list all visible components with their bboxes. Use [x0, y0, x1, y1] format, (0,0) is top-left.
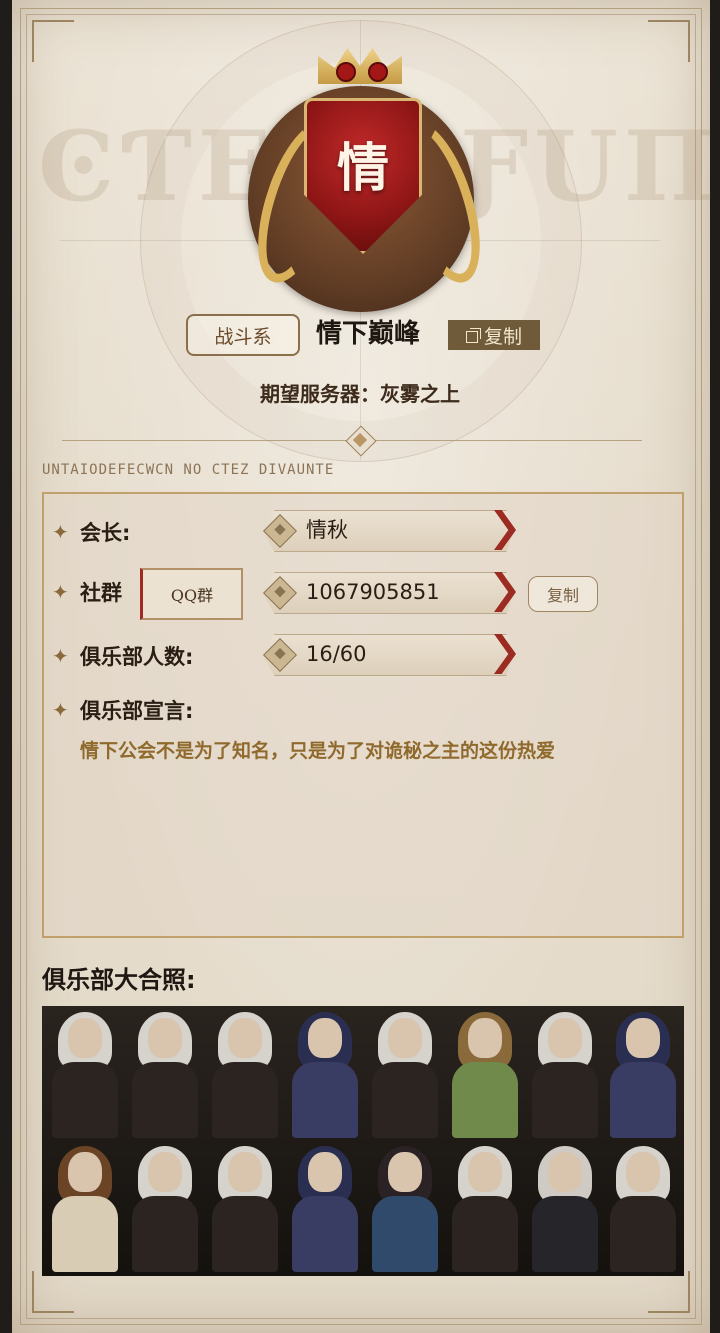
- character-figure: [604, 1010, 682, 1138]
- community-row-label: ✦ 社群: [52, 574, 122, 610]
- corner-ornament: [32, 1271, 74, 1313]
- members-row-label: ✦ 俱乐部人数:: [52, 638, 193, 674]
- qq-group-button[interactable]: QQ群: [140, 568, 243, 620]
- leader-label: 会长:: [80, 521, 131, 545]
- emblem-character: 情: [336, 139, 389, 199]
- members-value: 16/60: [306, 642, 367, 666]
- character-figure: [206, 1010, 284, 1138]
- character-figure: [126, 1144, 204, 1272]
- character-figure: [286, 1010, 364, 1138]
- members-field: [262, 634, 514, 676]
- star-icon: ✦: [52, 644, 69, 668]
- community-value: 1067905851: [306, 580, 440, 604]
- character-figure: [366, 1010, 444, 1138]
- members-label: 俱乐部人数:: [80, 645, 194, 669]
- declaration-row-label: ✦ 俱乐部宣言:: [52, 692, 193, 728]
- club-motto: UNTAIODEFECWCN NO CTEZ DIVAUNTE: [42, 462, 335, 478]
- character-figure: [526, 1144, 604, 1272]
- leader-value: 情秋: [306, 518, 348, 542]
- copy-name-button[interactable]: 复制: [448, 320, 540, 350]
- star-icon: ✦: [52, 698, 69, 722]
- club-emblem: 情: [236, 36, 497, 312]
- leader-row-label: ✦ 会长:: [52, 514, 130, 550]
- character-figure: [46, 1144, 124, 1272]
- corner-ornament: [648, 20, 690, 62]
- character-figure: [526, 1010, 604, 1138]
- copy-icon: [465, 328, 481, 343]
- copy-group-button[interactable]: 复制: [528, 576, 598, 612]
- star-icon: ✦: [52, 520, 69, 544]
- character-figure: [446, 1010, 524, 1138]
- crown-jewel: [336, 62, 356, 82]
- declaration-text: 情下公会不是为了知名，只是为了对诡秘之主的这份热爱: [80, 740, 556, 762]
- leader-field: [262, 510, 514, 552]
- group-photo: [42, 1006, 684, 1276]
- group-photo-title: 俱乐部大合照:: [42, 966, 196, 994]
- character-figure: [366, 1144, 444, 1272]
- character-figure: [446, 1144, 524, 1272]
- character-figure: [286, 1144, 364, 1272]
- character-figure: [206, 1144, 284, 1272]
- character-figure: [46, 1010, 124, 1138]
- corner-ornament: [32, 20, 74, 62]
- expected-server: 期望服务器：灰雾之上: [260, 382, 460, 406]
- copy-button-label: 复制: [483, 325, 522, 348]
- club-name: 情下巅峰: [316, 319, 421, 349]
- divider-ornament: [336, 425, 384, 457]
- corner-ornament: [648, 1271, 690, 1313]
- crown-icon: [318, 48, 402, 84]
- declaration-label: 俱乐部宣言:: [80, 699, 194, 723]
- character-figure: [604, 1144, 682, 1272]
- community-label: 社群: [80, 581, 122, 605]
- character-figure: [126, 1010, 204, 1138]
- star-icon: ✦: [52, 580, 69, 604]
- crown-jewel: [368, 62, 388, 82]
- club-type-tag: 战斗系: [186, 314, 300, 356]
